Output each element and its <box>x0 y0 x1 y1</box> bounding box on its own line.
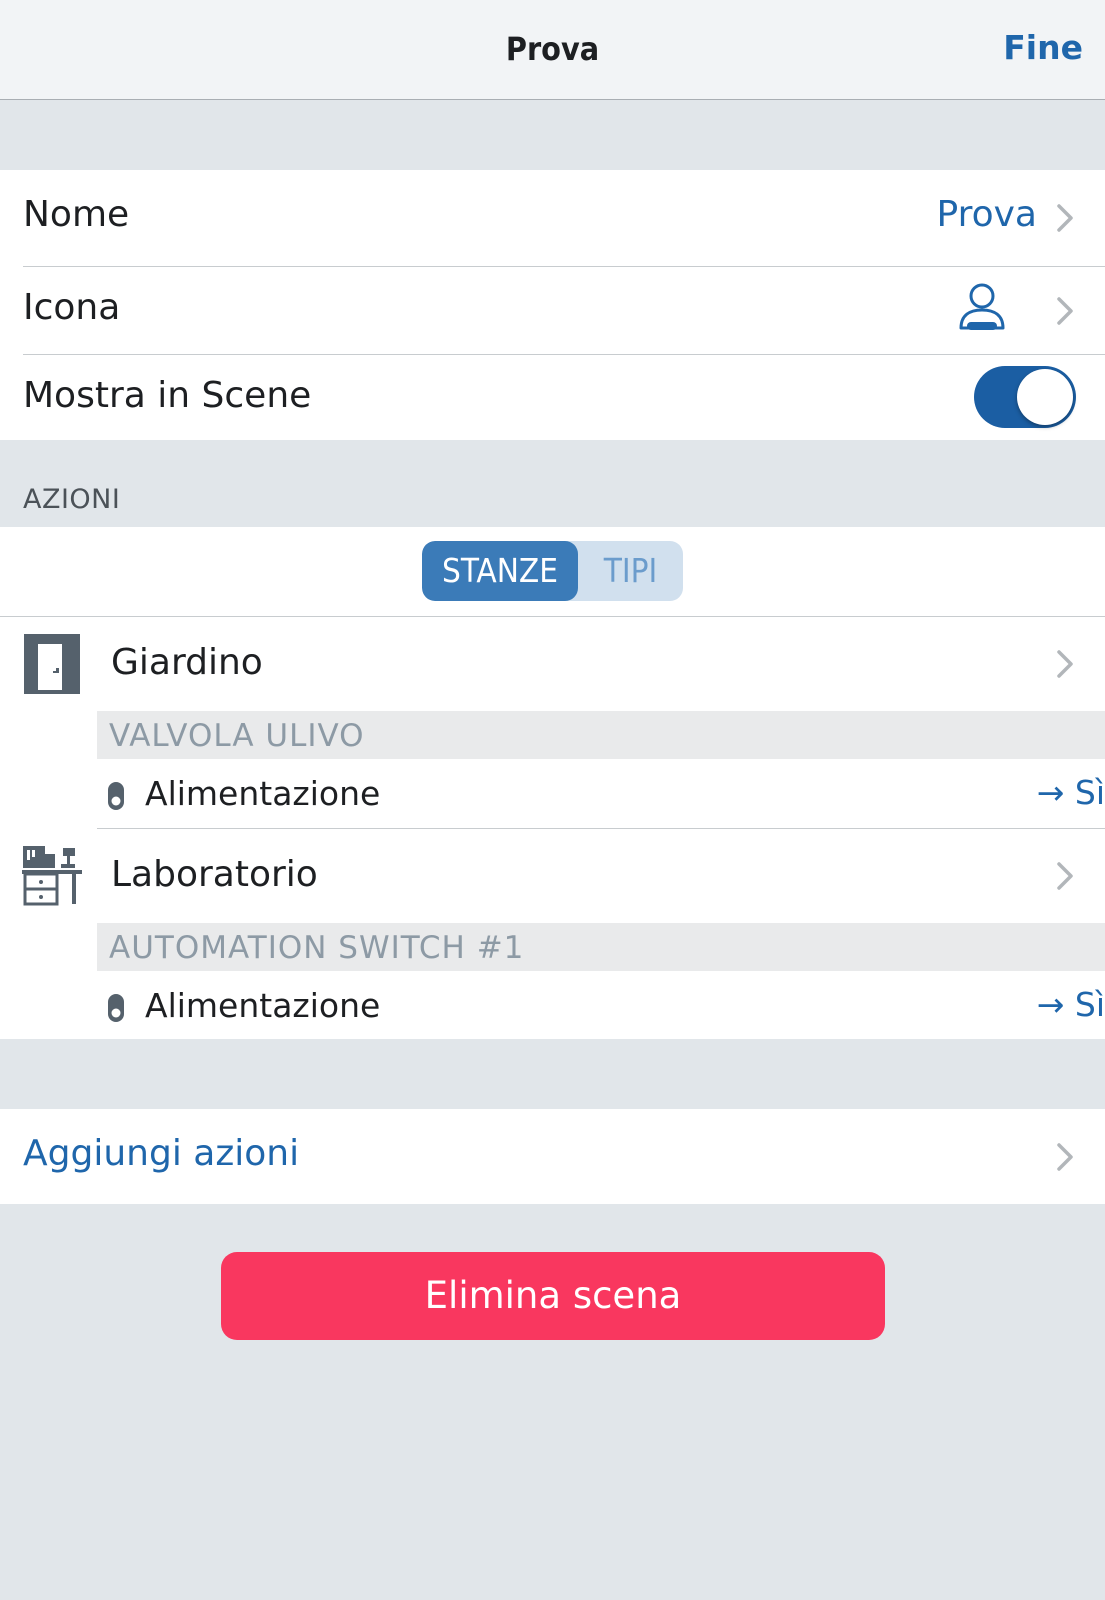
segment-rooms[interactable]: STANZE <box>422 541 578 601</box>
action-value: → Sì <box>1036 985 1105 1024</box>
settings-section: Nome Prova Icona Mostra in Scene <box>0 170 1105 440</box>
action-row[interactable]: Alimentazione → Sì <box>97 971 1105 1039</box>
device-header: AUTOMATION SWITCH #1 <box>97 923 1105 971</box>
chevron-right-icon <box>1051 1140 1077 1174</box>
scene-editor-screen: Prova Fine Nome Prova Icona Mostra in Sc… <box>0 0 1105 1600</box>
chevron-right-icon <box>1051 201 1077 235</box>
action-row[interactable]: Alimentazione → Sì <box>97 759 1105 827</box>
device-header: VALVOLA ULIVO <box>97 711 1105 759</box>
name-row[interactable]: Nome Prova <box>0 170 1105 266</box>
door-icon <box>22 634 82 694</box>
add-actions-row[interactable]: Aggiungi azioni <box>0 1109 1105 1204</box>
icon-label: Icona <box>23 287 121 328</box>
room-row-giardino[interactable]: Giardino <box>0 617 1105 711</box>
show-in-scenes-toggle[interactable] <box>974 366 1076 428</box>
room-name: Laboratorio <box>111 854 318 895</box>
person-icon <box>957 282 1007 334</box>
chevron-right-icon <box>1051 859 1077 893</box>
view-segmented-control: STANZE TIPI <box>422 541 683 601</box>
show-in-scenes-row: Mostra in Scene <box>0 355 1105 440</box>
name-value: Prova <box>936 194 1037 235</box>
page-title: Prova <box>505 30 600 68</box>
room-name: Giardino <box>111 642 263 683</box>
show-in-scenes-label: Mostra in Scene <box>23 375 312 416</box>
navigation-bar: Prova Fine <box>0 0 1105 100</box>
plug-icon <box>107 993 125 1023</box>
done-button[interactable]: Fine <box>1003 28 1083 67</box>
action-label: Alimentazione <box>145 774 381 813</box>
actions-section-header: AZIONI <box>23 484 121 515</box>
add-actions-label: Aggiungi azioni <box>23 1133 300 1174</box>
chevron-right-icon <box>1051 294 1077 328</box>
action-label: Alimentazione <box>145 986 381 1025</box>
chevron-right-icon <box>1051 647 1077 681</box>
toggle-knob <box>1017 369 1073 425</box>
delete-scene-button[interactable]: Elimina scena <box>221 1252 885 1340</box>
device-name: AUTOMATION SWITCH #1 <box>109 930 525 966</box>
segment-types[interactable]: TIPI <box>578 541 683 601</box>
room-row-laboratorio[interactable]: Laboratorio <box>0 829 1105 923</box>
name-label: Nome <box>23 194 130 235</box>
workbench-icon <box>22 846 82 906</box>
icon-row[interactable]: Icona <box>0 267 1105 354</box>
device-name: VALVOLA ULIVO <box>109 718 365 754</box>
action-value: → Sì <box>1036 773 1105 812</box>
plug-icon <box>107 781 125 811</box>
